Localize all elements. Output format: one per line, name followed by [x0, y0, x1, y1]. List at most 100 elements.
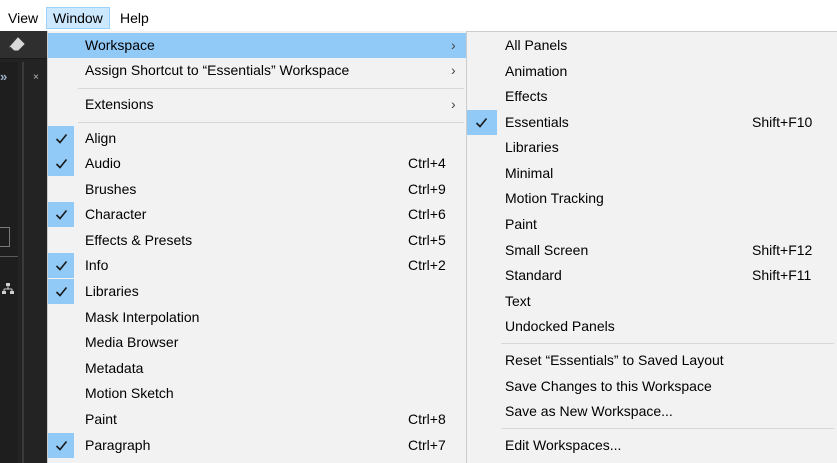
check-highlight: [467, 110, 497, 135]
menu-help[interactable]: Help: [114, 7, 155, 29]
check-highlight: [48, 279, 74, 304]
menu-item-label: Info: [85, 257, 109, 273]
checkmark-icon: [55, 260, 68, 271]
workspace-item-standard[interactable]: Standard Shift+F11: [467, 263, 837, 288]
workspace-item-label: Standard: [505, 267, 562, 283]
window-menu: Workspace › Assign Shortcut to “Essentia…: [47, 31, 467, 463]
menu-item-label: Audio: [85, 155, 121, 171]
checkmark-icon: [55, 158, 68, 169]
menu-window[interactable]: Window: [46, 7, 110, 29]
workspace-item-label: All Panels: [505, 37, 568, 53]
screen: » × View Window Help Workspace › Assign …: [0, 0, 837, 463]
workspace-item-label: Save Changes to this Workspace: [505, 378, 712, 394]
check-highlight: [48, 433, 74, 458]
workspace-item-shortcut: Shift+F10: [752, 114, 813, 130]
workspace-item-edit-workspaces[interactable]: Edit Workspaces...: [467, 433, 837, 458]
menu-view[interactable]: View: [2, 7, 44, 29]
workspace-item-shortcut: Shift+F11: [752, 267, 812, 283]
workspace-item-label: Undocked Panels: [505, 318, 615, 334]
menu-item-paint[interactable]: Paint Ctrl+8: [48, 407, 466, 432]
menu-item-label: Libraries: [85, 283, 139, 299]
menu-item-info[interactable]: Info Ctrl+2: [48, 253, 466, 278]
checkmark-icon: [55, 286, 68, 297]
chevron-right-icon: ›: [451, 62, 456, 78]
menu-item-assign-shortcut[interactable]: Assign Shortcut to “Essentials” Workspac…: [48, 58, 466, 83]
menu-item-motion-sketch[interactable]: Motion Sketch: [48, 381, 466, 406]
checkmark-icon: [475, 117, 488, 128]
menu-item-metadata[interactable]: Metadata: [48, 356, 466, 381]
workspace-item-save-changes[interactable]: Save Changes to this Workspace: [467, 374, 837, 399]
menu-item-effects-presets[interactable]: Effects & Presets Ctrl+5: [48, 228, 466, 253]
menu-item-shortcut: Ctrl+4: [408, 155, 446, 171]
menu-item-label: Align: [85, 130, 117, 146]
app-left-panel: [0, 62, 18, 463]
menu-item-label: Assign Shortcut to “Essentials” Workspac…: [85, 62, 350, 78]
workspace-item-label: Motion Tracking: [505, 190, 604, 206]
chevron-right-icon: ›: [451, 96, 456, 112]
menu-item-label: Brushes: [85, 181, 137, 197]
menu-item-label: Character: [85, 206, 147, 222]
workspace-item-label: Libraries: [505, 139, 559, 155]
eraser-icon[interactable]: [7, 35, 27, 53]
workspace-item-label: Edit Workspaces...: [505, 437, 622, 453]
menu-item-media-browser[interactable]: Media Browser: [48, 330, 466, 355]
workspace-item-label: Effects: [505, 88, 548, 104]
submenu-separator: [501, 428, 834, 429]
checkmark-icon: [55, 133, 68, 144]
hierarchy-icon[interactable]: [1, 282, 15, 296]
workspace-item-label: Minimal: [505, 165, 554, 181]
menu-item-label: Workspace: [85, 37, 155, 53]
menu-item-shortcut: Ctrl+6: [408, 206, 446, 222]
menu-item-extensions[interactable]: Extensions ›: [48, 92, 466, 117]
menu-item-label: Motion Sketch: [85, 385, 174, 401]
menu-item-workspace[interactable]: Workspace ›: [48, 33, 466, 58]
workspace-item-all-panels[interactable]: All Panels: [467, 33, 837, 58]
menu-item-label: Mask Interpolation: [85, 309, 200, 325]
menu-item-label: Effects & Presets: [85, 232, 193, 248]
menu-item-label: Paint: [85, 411, 117, 427]
workspace-item-animation[interactable]: Animation: [467, 59, 837, 84]
workspace-item-shortcut: Shift+F12: [752, 242, 813, 258]
menu-item-brushes[interactable]: Brushes Ctrl+9: [48, 177, 466, 202]
menu-separator: [78, 88, 464, 89]
menu-item-mask-interpolation[interactable]: Mask Interpolation: [48, 305, 466, 330]
menu-item-label: Metadata: [85, 360, 144, 376]
workspace-item-motion-tracking[interactable]: Motion Tracking: [467, 186, 837, 211]
workspace-item-small-screen[interactable]: Small Screen Shift+F12: [467, 238, 837, 263]
menu-item-paragraph[interactable]: Paragraph Ctrl+7: [48, 433, 466, 458]
workspace-submenu: All Panels Animation Effects Essentials …: [466, 31, 837, 463]
menu-item-align[interactable]: Align: [48, 126, 466, 151]
menu-item-shortcut: Ctrl+7: [408, 437, 446, 453]
workspace-item-effects[interactable]: Effects: [467, 84, 837, 109]
menu-item-label: Media Browser: [85, 334, 179, 350]
menu-item-libraries[interactable]: Libraries: [48, 279, 466, 304]
app-panel-divider: [22, 62, 24, 463]
checkmark-icon: [55, 440, 68, 451]
workspace-item-label: Paint: [505, 216, 537, 232]
workspace-item-paint[interactable]: Paint: [467, 212, 837, 237]
panel-close-icon[interactable]: ×: [33, 73, 39, 83]
expand-panels-icon[interactable]: »: [0, 70, 16, 84]
workspace-item-reset-essentials[interactable]: Reset “Essentials” to Saved Layout: [467, 348, 837, 373]
menu-item-label: Extensions: [85, 96, 154, 112]
workspace-item-minimal[interactable]: Minimal: [467, 161, 837, 186]
menu-bar: View Window Help: [0, 0, 837, 31]
checkmark-icon: [55, 209, 68, 220]
menu-item-shortcut: Ctrl+9: [408, 181, 446, 197]
check-highlight: [48, 253, 74, 278]
workspace-item-undocked-panels[interactable]: Undocked Panels: [467, 314, 837, 339]
menu-item-label: Paragraph: [85, 437, 151, 453]
check-highlight: [48, 151, 74, 176]
menu-item-shortcut: Ctrl+5: [408, 232, 446, 248]
menu-item-character[interactable]: Character Ctrl+6: [48, 202, 466, 227]
menu-item-audio[interactable]: Audio Ctrl+4: [48, 151, 466, 176]
check-highlight: [48, 202, 74, 227]
submenu-separator: [501, 343, 834, 344]
workspace-item-libraries[interactable]: Libraries: [467, 135, 837, 160]
workspace-item-save-as-new[interactable]: Save as New Workspace...: [467, 399, 837, 424]
app-input-box: [0, 227, 10, 247]
workspace-item-label: Essentials: [505, 114, 569, 130]
app-divider-line: [0, 256, 18, 257]
workspace-item-essentials[interactable]: Essentials Shift+F10: [467, 110, 837, 135]
workspace-item-text[interactable]: Text: [467, 289, 837, 314]
